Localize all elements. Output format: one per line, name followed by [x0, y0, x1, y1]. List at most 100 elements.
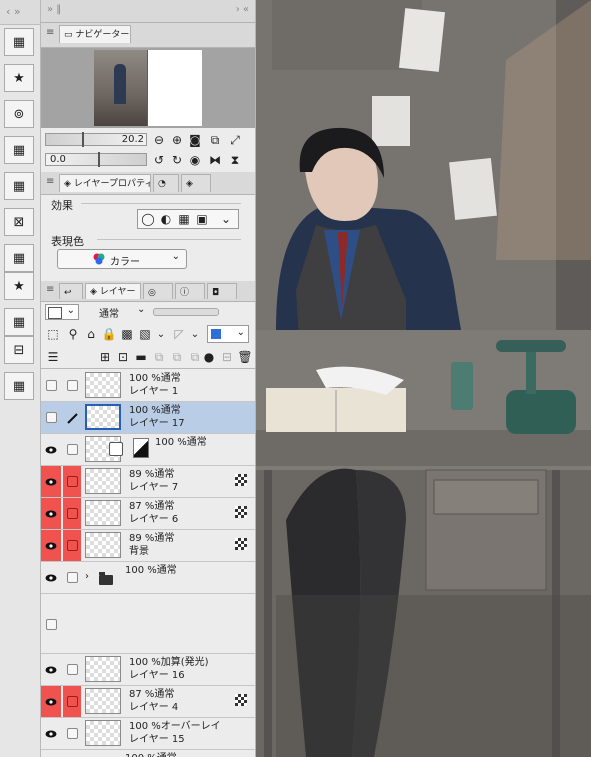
flip-vertical-icon[interactable]: ⧗ — [227, 152, 243, 168]
layer-row[interactable]: 100 %通常 レイヤー 1 — [41, 370, 255, 402]
lock-icon[interactable]: 🔒 — [101, 326, 117, 342]
visibility-toggle[interactable] — [41, 370, 61, 401]
copy-down-icon[interactable]: ⧉ — [151, 349, 167, 365]
layer-row[interactable]: 87 %通常 レイヤー 4 — [41, 686, 255, 718]
visibility-toggle[interactable] — [41, 402, 61, 433]
zoom-slider[interactable]: 20.2 — [45, 132, 147, 147]
lock-checkbox[interactable] — [63, 562, 81, 593]
color-swatch-select[interactable]: ⌄ — [45, 304, 79, 320]
tab-info[interactable]: ⓘ — [175, 283, 205, 299]
tab-search-layer[interactable]: ◔ — [153, 174, 179, 192]
layer-mask-icon[interactable] — [235, 694, 247, 706]
tab-layer[interactable]: ◈ レイヤー — [85, 283, 141, 299]
tool-strip-button[interactable]: cursor-icon⊚ — [4, 100, 34, 128]
layer-color-icon[interactable]: ▣ — [194, 211, 210, 227]
tab-camera[interactable]: ◘ — [207, 283, 237, 299]
menu-icon[interactable]: ≡ — [46, 284, 54, 295]
menu-icon[interactable]: ≡ — [46, 27, 54, 38]
trash-icon[interactable]: 🗑 — [237, 349, 253, 365]
tab-navigator[interactable]: ▭ ナビゲーター — [59, 25, 131, 43]
new-folder-icon[interactable]: ▬ — [133, 349, 149, 365]
rotate-left-icon[interactable]: ↺ — [151, 152, 167, 168]
reference-icon[interactable]: ⚲ — [65, 326, 81, 342]
new-raster-layer-icon[interactable]: ⊞ — [97, 349, 113, 365]
eye-icon[interactable] — [41, 466, 61, 497]
zoom-handle[interactable] — [82, 132, 84, 147]
clip-icon[interactable]: ⬚ — [45, 326, 61, 342]
chevron-down-icon[interactable]: ⌄ — [153, 326, 169, 342]
collapse-panel-icon[interactable]: › « — [236, 4, 249, 15]
eye-icon[interactable] — [41, 654, 61, 685]
layer-row[interactable] — [41, 594, 255, 654]
merge-down-icon[interactable]: ⧉ — [169, 349, 185, 365]
tool-strip-button[interactable]: palette-icon▦ — [4, 372, 34, 400]
lock-transparent-icon[interactable]: ▩ — [119, 326, 135, 342]
tab-layer-sub[interactable]: ◈ — [181, 174, 211, 192]
layer-color-select[interactable]: ⌄ — [207, 325, 249, 343]
tool-strip-button[interactable]: x-box-icon⊠ — [4, 208, 34, 236]
color-mode-select[interactable]: カラー ⌄ — [57, 249, 187, 269]
tool-strip-button[interactable]: palette-icon▦ — [4, 172, 34, 200]
eye-icon[interactable] — [41, 530, 61, 561]
tool-strip-button[interactable]: palette-icon▦ — [4, 308, 34, 336]
draft-icon[interactable]: ⌂ — [83, 326, 99, 342]
tab-history[interactable]: ↩ — [59, 283, 83, 299]
lock-checkbox[interactable] — [63, 686, 81, 717]
layer-row[interactable]: 100 %加算(発光) レイヤー 16 — [41, 654, 255, 686]
chevron-right-icon[interactable]: › — [85, 571, 89, 582]
layer-row[interactable]: ›100 %通常フォルダー 1 — [41, 750, 255, 757]
eye-icon[interactable] — [41, 562, 61, 593]
border-effect-icon[interactable]: ◯ — [140, 211, 156, 227]
eye-icon[interactable] — [41, 686, 61, 717]
eye-icon[interactable] — [41, 498, 61, 529]
reset-rotation-icon[interactable]: ◉ — [187, 152, 203, 168]
opacity-slider[interactable] — [153, 308, 219, 316]
apply-mask-icon[interactable]: ⊟ — [219, 349, 235, 365]
chevron-down-icon[interactable]: ⌄ — [218, 211, 234, 227]
new-vector-layer-icon[interactable]: ⊡ — [115, 349, 131, 365]
lock-checkbox[interactable] — [63, 498, 81, 529]
tool-strip-button[interactable]: star-icon★ — [4, 64, 34, 92]
lock-checkbox[interactable] — [63, 370, 81, 401]
canvas[interactable] — [256, 0, 591, 757]
fit-window-icon[interactable]: ⤢ — [227, 132, 243, 148]
layer-mask-icon[interactable] — [235, 474, 247, 486]
visibility-toggle[interactable] — [41, 594, 61, 654]
rotate-handle[interactable] — [98, 152, 100, 167]
tool-strip-button[interactable]: palette-icon▦ — [4, 136, 34, 164]
tool-strip-button[interactable]: window-icon⊟ — [4, 336, 34, 364]
layer-row[interactable]: › 100 %通常 — [41, 562, 255, 594]
layer-row[interactable]: 89 %通常 背景 — [41, 530, 255, 562]
actual-size-icon[interactable]: ◙ — [187, 132, 203, 148]
zoom-in-icon[interactable]: ⊕ — [169, 132, 185, 148]
collapse-icon[interactable]: ‹ » — [6, 5, 21, 18]
lock-checkbox[interactable] — [63, 718, 81, 749]
lock-checkbox[interactable] — [63, 434, 81, 465]
layer-mask-icon[interactable] — [235, 506, 247, 518]
layer-row[interactable]: 89 %通常 レイヤー 7 — [41, 466, 255, 498]
lock-checkbox[interactable] — [63, 654, 81, 685]
eye-icon[interactable] — [41, 750, 61, 757]
extract-line-icon[interactable]: ◐ — [158, 211, 174, 227]
layer-row[interactable]: 87 %通常 レイヤー 6 — [41, 498, 255, 530]
tab-animation[interactable]: ◎ — [143, 283, 173, 299]
tool-strip-button[interactable]: palette-icon▦ — [4, 244, 34, 272]
flip-horizontal-icon[interactable]: ⧓ — [207, 152, 223, 168]
tool-strip-button[interactable]: star-icon★ — [4, 272, 34, 300]
rotate-right-icon[interactable]: ↻ — [169, 152, 185, 168]
expand-icon[interactable]: » ‖ — [47, 4, 61, 15]
navigator-preview[interactable] — [41, 48, 255, 128]
pen-icon[interactable] — [63, 402, 81, 433]
effect-buttons[interactable]: ◯ ◐ ▦ ▣ ⌄ — [137, 209, 239, 229]
fit-icon[interactable]: ⧉ — [207, 132, 223, 148]
eye-icon[interactable] — [41, 718, 61, 749]
tab-layer-property[interactable]: ◈ レイヤープロパティ — [59, 174, 151, 192]
rotate-slider[interactable]: 0.0 — [45, 152, 147, 167]
layer-row[interactable]: 100 %通常 レイヤー 17 — [41, 402, 255, 434]
layer-mask-icon[interactable] — [235, 538, 247, 550]
zoom-out-icon[interactable]: ⊖ — [151, 132, 167, 148]
layer-row[interactable]: 100 %オーバーレイ レイヤー 15 — [41, 718, 255, 750]
layer-row[interactable]: 100 %通常 — [41, 434, 255, 466]
eye-icon[interactable] — [41, 434, 61, 465]
mask-icon[interactable]: ● — [201, 349, 217, 365]
